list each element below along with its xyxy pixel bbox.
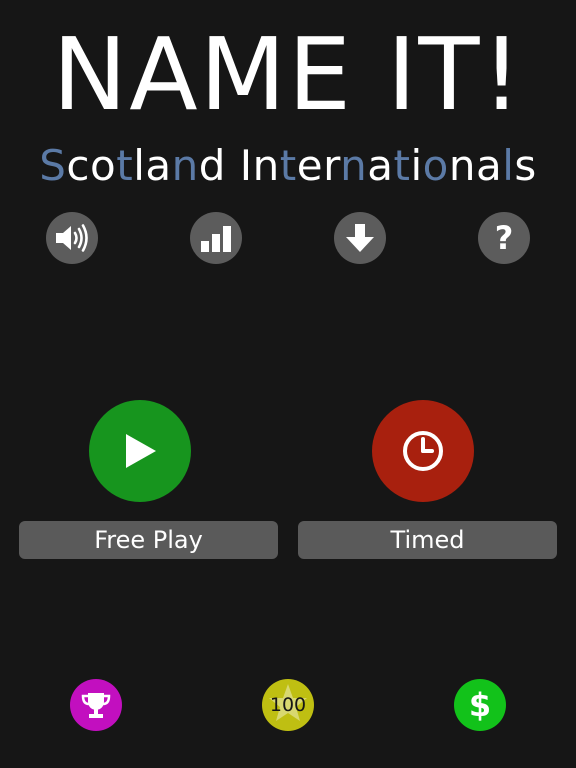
timed-label-button[interactable]: Timed [298,521,557,559]
clock-icon [403,431,443,471]
subtitle-segment: In [239,141,280,190]
free-play-label-button[interactable]: Free Play [19,521,278,559]
trophy-icon [81,693,111,718]
play-icon [126,434,156,468]
download-button[interactable] [334,212,386,264]
subtitle-segment: t [116,141,134,190]
hundred-button[interactable]: 100 [262,679,314,731]
help-button[interactable]: ? [478,212,530,264]
timed-label: Timed [390,526,465,554]
subtitle-segment: er [296,141,341,190]
subtitle-segment: S [39,141,67,190]
help-question-icon: ? [494,219,514,257]
subtitle-segment: n [171,141,199,190]
free-play-label: Free Play [94,526,203,554]
trophy-button[interactable] [70,679,122,731]
free-play-button[interactable] [89,400,191,502]
stats-bars-icon [201,226,231,252]
download-arrow-icon [346,224,374,252]
subtitle-segment: l [502,141,515,190]
subtitle-segment: co [66,141,117,190]
game-subtitle: Scotland Internationals [0,138,576,194]
subtitle-segment: na [448,141,503,190]
subtitle-segment: t [393,141,411,190]
subtitle-segment: la [133,141,172,190]
dollar-icon: $ [468,686,492,724]
sound-button[interactable] [46,212,98,264]
game-title: NAME IT! [52,16,524,133]
subtitle-segment [226,141,240,190]
stats-button[interactable] [190,212,242,264]
subtitle-segment: s [514,141,537,190]
store-button[interactable]: $ [454,679,506,731]
subtitle-segment: d [198,141,226,190]
subtitle-segment: o [422,141,449,190]
subtitle-segment: a [367,141,394,190]
timed-button[interactable] [372,400,474,502]
subtitle-segment: n [340,141,368,190]
subtitle-segment: i [410,141,423,190]
speaker-icon [56,224,88,252]
subtitle-segment: t [279,141,297,190]
hundred-label: 100 [269,694,307,716]
